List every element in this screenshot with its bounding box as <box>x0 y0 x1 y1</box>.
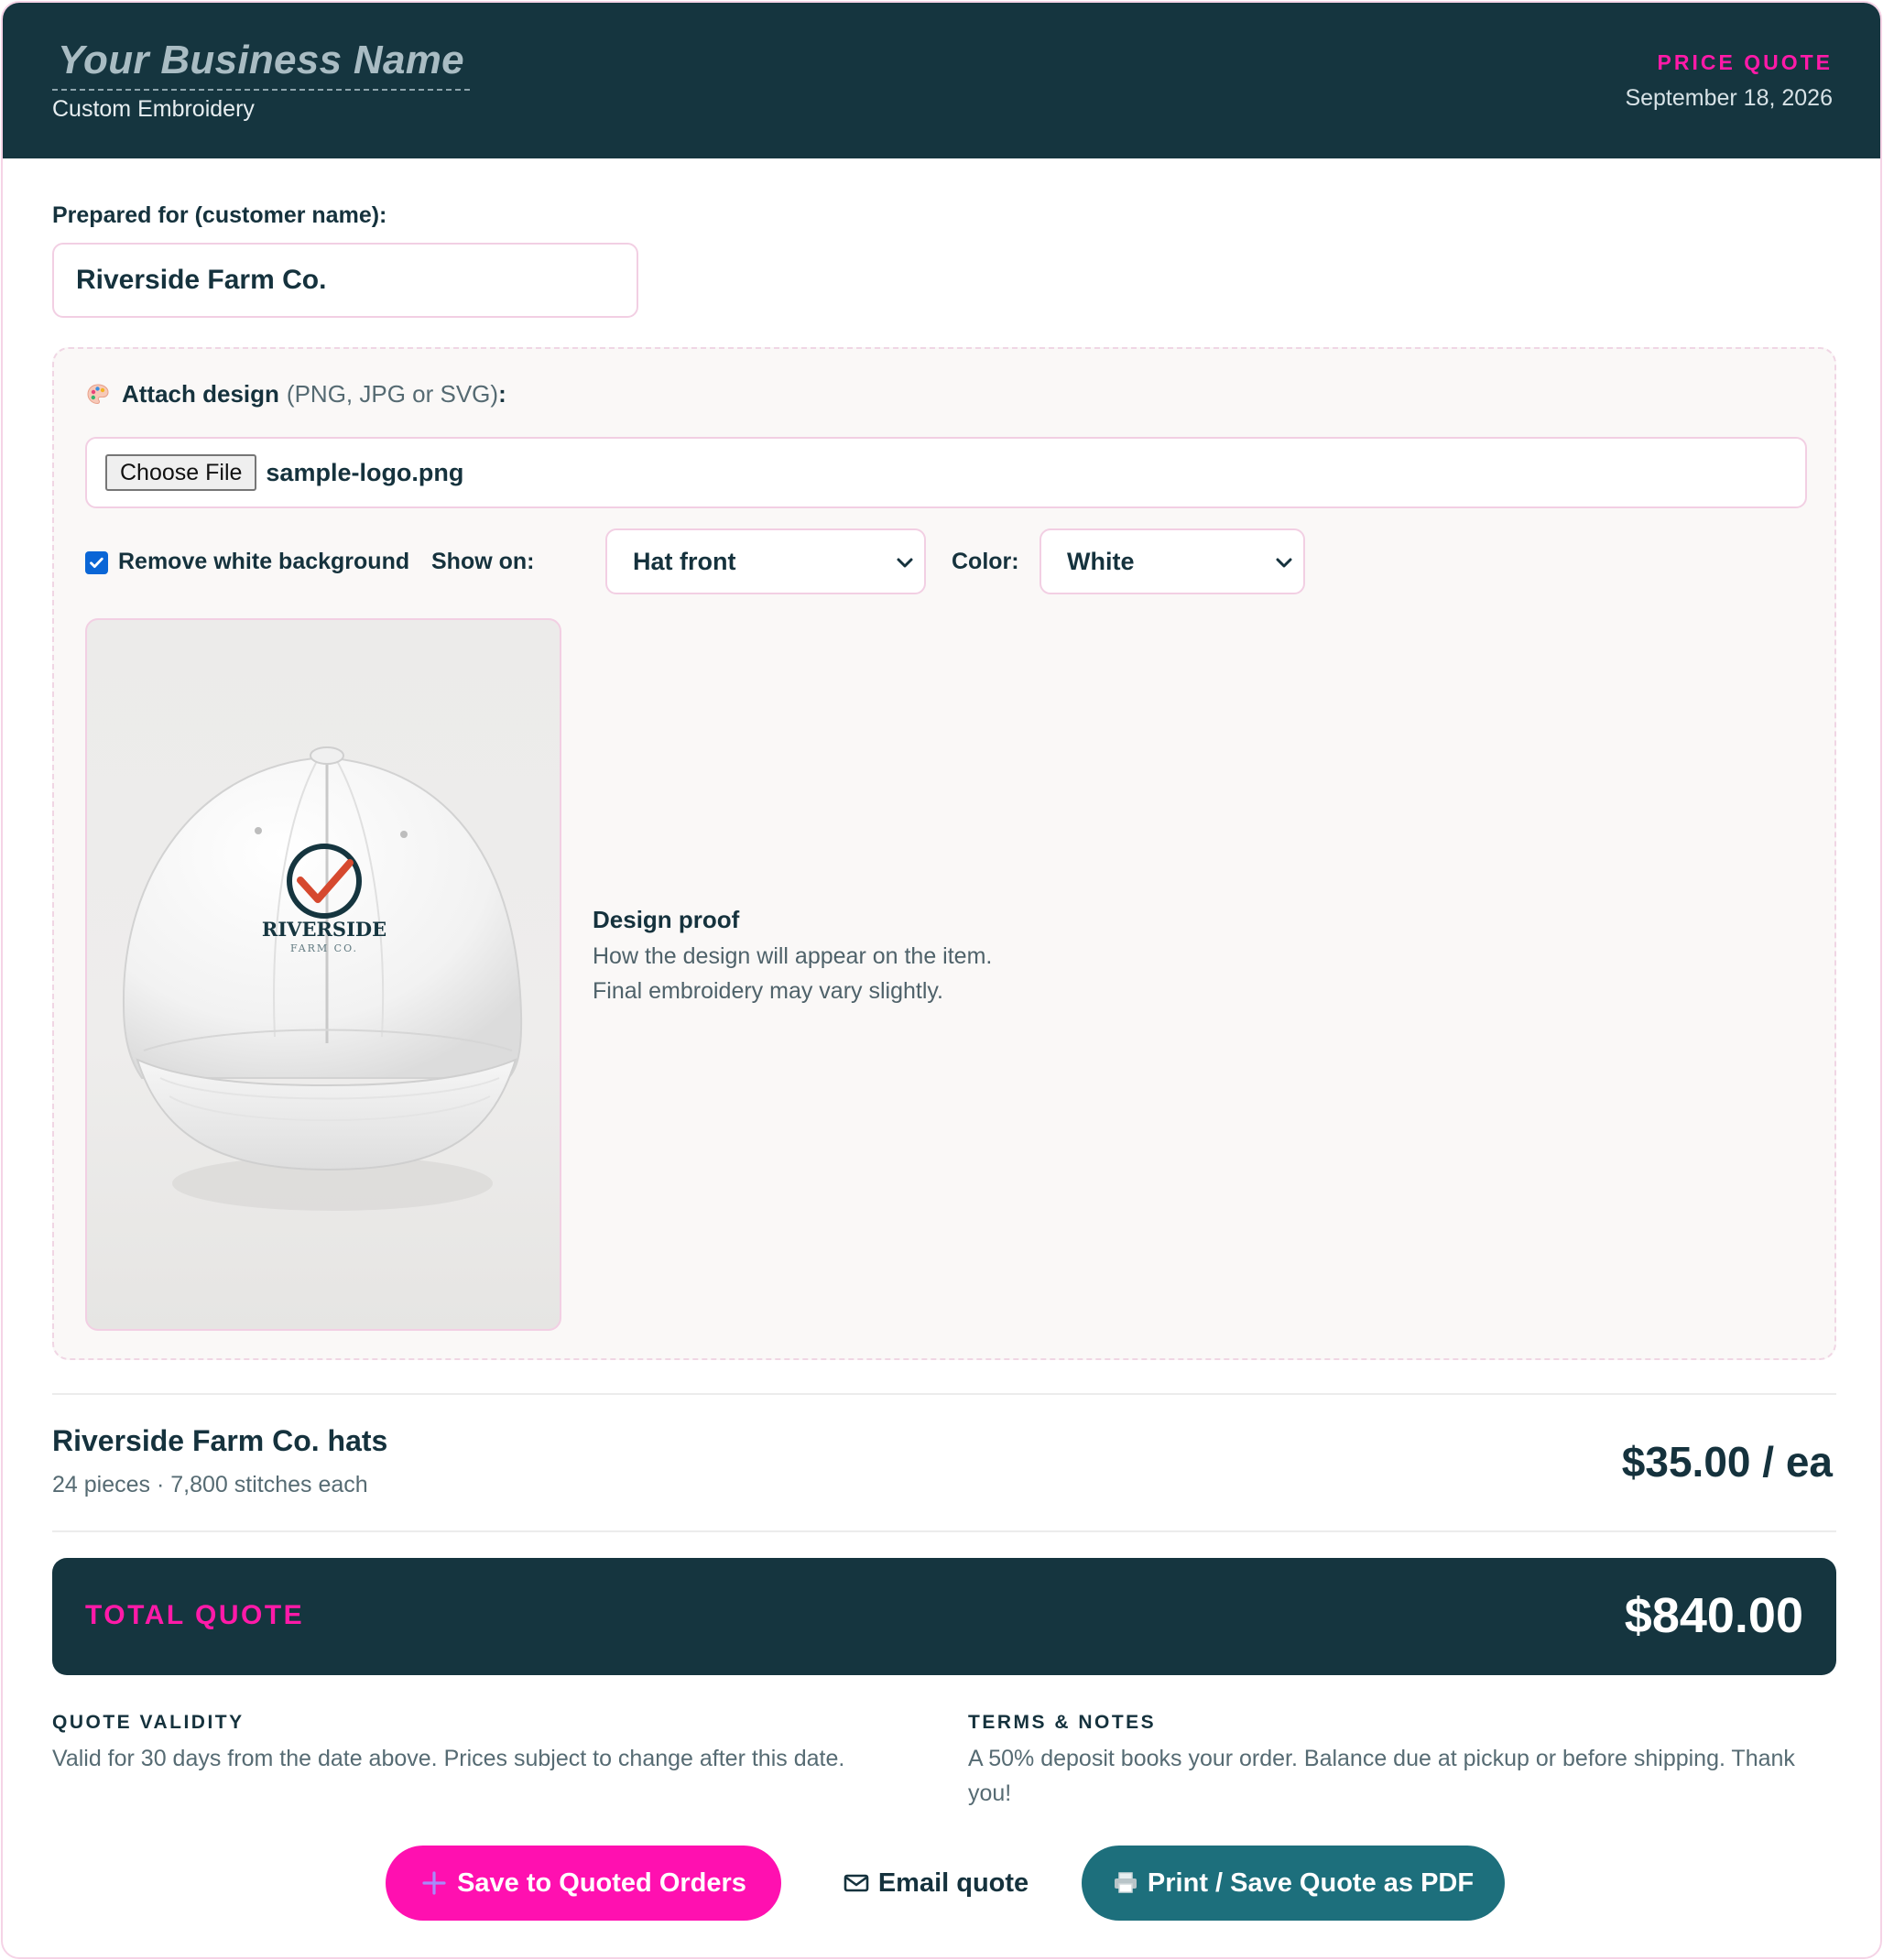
color-select[interactable]: White <box>1039 528 1305 594</box>
customer-name-input[interactable]: Riverside Farm Co. <box>52 243 638 318</box>
line-item-price: $35.00 / ea <box>1621 1438 1833 1486</box>
quote-card: Your Business Name Custom Embroidery PRI… <box>1 1 1882 1959</box>
color-value: White <box>1067 547 1135 575</box>
total-value: $840.00 <box>1624 1588 1803 1643</box>
save-to-quoted-orders-button[interactable]: Save to Quoted Orders <box>386 1846 781 1921</box>
attach-design-label: Attach design (PNG, JPG or SVG) : <box>85 380 506 408</box>
quote-header: Your Business Name Custom Embroidery PRI… <box>3 3 1880 158</box>
checkmark-icon <box>90 557 103 568</box>
save-button-label: Save to Quoted Orders <box>457 1867 746 1898</box>
design-options-row: Remove white background Show on: Hat fro… <box>85 528 1367 594</box>
hat-mockup: RIVERSIDE FARM CO. <box>122 746 523 1211</box>
total-label: TOTAL QUOTE <box>85 1600 305 1630</box>
divider <box>52 1530 1836 1532</box>
color-label: Color: <box>952 549 1019 574</box>
terms-heading: TERMS & NOTES <box>968 1712 1157 1733</box>
business-name[interactable]: Your Business Name <box>52 38 470 91</box>
mail-icon <box>844 1874 869 1892</box>
selected-file-name: sample-logo.png <box>266 458 464 486</box>
divider <box>52 1393 1836 1395</box>
validity-heading: QUOTE VALIDITY <box>52 1712 245 1733</box>
design-section: Attach design (PNG, JPG or SVG) : Choose… <box>52 347 1836 1360</box>
chevron-down-icon <box>1276 558 1292 568</box>
remove-background-checkbox[interactable] <box>85 551 108 574</box>
print-save-pdf-button[interactable]: Print / Save Quote as PDF <box>1082 1846 1505 1921</box>
terms-text: A 50% deposit books your order. Balance … <box>968 1746 1795 1806</box>
line-item-name: Riverside Farm Co. hats <box>52 1424 388 1457</box>
chevron-down-icon <box>897 558 913 568</box>
email-button-label: Email quote <box>877 1867 1029 1898</box>
palette-icon <box>87 383 109 404</box>
design-file-input[interactable]: Choose File sample-logo.png <box>85 437 1807 508</box>
printer-icon <box>1114 1872 1137 1893</box>
customer-label: Prepared for (customer name): <box>52 202 387 228</box>
print-button-label: Print / Save Quote as PDF <box>1147 1867 1475 1898</box>
email-quote-button[interactable]: Email quote <box>831 1846 1041 1921</box>
attach-design-hint: (PNG, JPG or SVG) <box>286 380 499 408</box>
choose-file-button[interactable]: Choose File <box>105 454 257 491</box>
logo-wordmark: RIVERSIDE <box>262 918 386 941</box>
show-on-value: Hat front <box>633 547 736 575</box>
proof-description: How the design will appear on the item. … <box>593 943 993 1004</box>
design-proof-image: RIVERSIDE FARM CO. <box>85 618 561 1331</box>
proof-title: Design proof <box>593 906 740 933</box>
line-item-meta: 24 pieces · 7,800 stitches each <box>52 1472 368 1497</box>
show-on-select[interactable]: Hat front <box>605 528 926 594</box>
attach-design-colon: : <box>498 380 506 408</box>
validity-text: Valid for 30 days from the date above. P… <box>52 1746 845 1771</box>
remove-background-label[interactable]: Remove white background <box>118 549 409 575</box>
doc-type-label: PRICE QUOTE <box>1657 50 1833 74</box>
customer-name-value: Riverside Farm Co. <box>76 265 327 295</box>
attach-design-title: Attach design <box>122 380 279 408</box>
logo-subtext: FARM CO. <box>290 942 358 954</box>
quote-date: September 18, 2026 <box>1625 85 1833 111</box>
total-bar: TOTAL QUOTE $840.00 <box>52 1558 1836 1675</box>
show-on-label: Show on: <box>431 549 535 574</box>
plus-icon <box>422 1871 446 1895</box>
business-subtitle: Custom Embroidery <box>52 96 255 122</box>
